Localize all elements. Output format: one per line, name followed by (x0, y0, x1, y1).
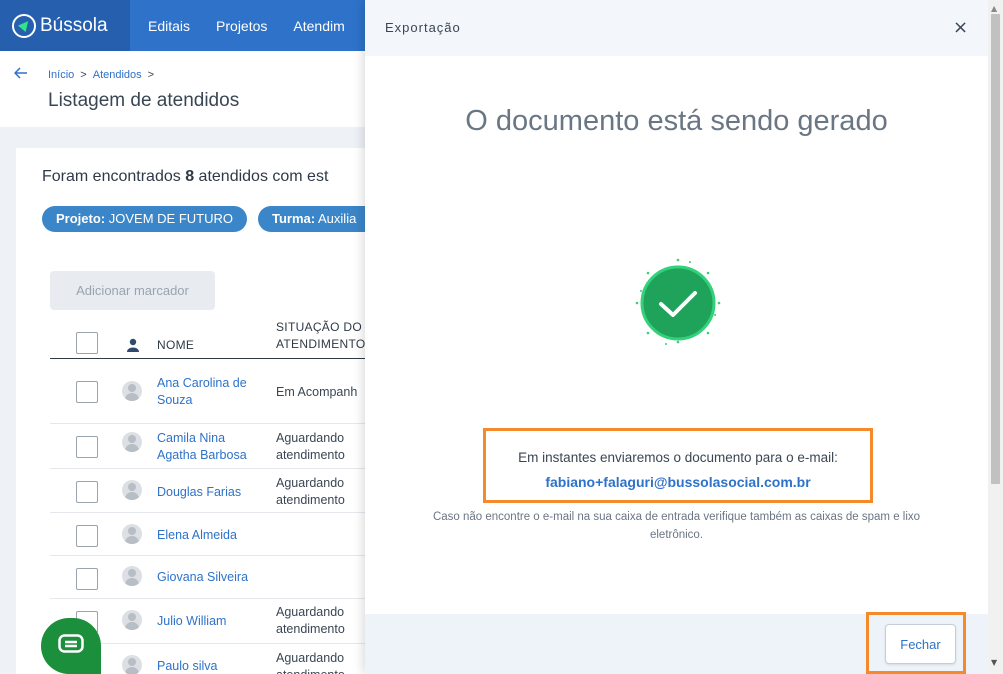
main-nav: Editais Projetos Atendim (148, 0, 345, 51)
row-divider (50, 598, 370, 599)
page-title: Listagem de atendidos (48, 90, 240, 111)
modal-header: Exportação × (365, 0, 988, 56)
breadcrumb: Início > Atendidos > (48, 69, 154, 81)
modal-title: Exportação (385, 20, 461, 35)
table-row-name[interactable]: Giovana Silveira (157, 569, 267, 586)
nav-item-atendimento[interactable]: Atendim (293, 18, 344, 34)
filter-chip-projeto[interactable]: Projeto: JOVEM DE FUTURO (42, 206, 247, 232)
email-message: Em instantes enviaremos o documento para… (518, 450, 838, 465)
avatar (122, 381, 142, 401)
spam-hint: Caso não encontre o e-mail na sua caixa … (432, 511, 921, 541)
row-divider (50, 555, 370, 556)
column-header-name[interactable]: NOME (157, 338, 194, 352)
table-row-status: Aguardando atendimento (276, 651, 345, 674)
table-row-name[interactable]: Camila Nina Agatha Barbosa (157, 430, 267, 464)
avatar (122, 524, 142, 544)
back-arrow-icon[interactable] (13, 64, 28, 83)
scroll-thumb[interactable] (991, 14, 1000, 484)
table-row-name[interactable]: Douglas Farias (157, 484, 267, 501)
close-button-highlight: Fechar (866, 612, 966, 674)
row-checkbox[interactable] (76, 381, 98, 403)
row-divider (50, 423, 370, 424)
modal-heading: O documento está sendo gerado (465, 105, 888, 137)
filter-chip-turma[interactable]: Turma: Auxilia (258, 206, 368, 232)
table-row-status: Aguardando atendimento (276, 476, 345, 507)
chat-icon (58, 634, 84, 658)
table-row-status: Aguardando atendimento (276, 431, 345, 462)
avatar (122, 655, 142, 674)
table-row-name[interactable]: Elena Almeida (157, 527, 267, 544)
table-row-name[interactable]: Paulo silva (157, 658, 267, 674)
user-icon (127, 337, 139, 352)
row-checkbox[interactable] (76, 525, 98, 547)
row-divider (50, 468, 370, 469)
nav-item-editais[interactable]: Editais (148, 18, 190, 34)
avatar (122, 566, 142, 586)
column-header-status-line1[interactable]: SITUAÇÃO DO (276, 320, 362, 334)
close-icon[interactable]: × (953, 17, 968, 38)
select-all-checkbox[interactable] (76, 332, 98, 354)
row-checkbox[interactable] (76, 436, 98, 458)
table-row-status: Aguardando atendimento (276, 605, 345, 636)
table-row-status: Em Acompanh (276, 385, 358, 399)
row-divider (50, 512, 370, 513)
email-info-box: Em instantes enviaremos o documento para… (483, 428, 873, 503)
add-marker-button[interactable]: Adicionar marcador (50, 271, 215, 310)
export-modal: Exportação × O documento está sendo gera… (365, 0, 988, 674)
app-logo[interactable]: Bússola (0, 0, 130, 51)
row-checkbox[interactable] (76, 481, 98, 503)
compass-icon (12, 13, 36, 38)
breadcrumb-separator: > (147, 69, 155, 81)
breadcrumb-separator: > (80, 69, 87, 81)
email-address: fabiano+falaguri@bussolasocial.com.br (545, 474, 811, 490)
scroll-down-icon[interactable]: ▼ (991, 658, 997, 667)
column-header-status-line2[interactable]: ATENDIMENTO (276, 337, 366, 351)
nav-item-projetos[interactable]: Projetos (216, 18, 267, 34)
scroll-up-icon[interactable]: ▲ (991, 4, 997, 13)
avatar (122, 432, 142, 452)
table-row-name[interactable]: Julio William (157, 613, 267, 630)
close-button[interactable]: Fechar (885, 624, 956, 664)
scrollbar[interactable]: ▲ ▼ (988, 0, 1003, 674)
chat-button[interactable] (41, 618, 101, 674)
breadcrumb-atendidos[interactable]: Atendidos (93, 69, 142, 81)
avatar (122, 480, 142, 500)
results-summary: Foram encontrados 8 atendidos com est (42, 168, 329, 185)
check-circle-icon (630, 255, 726, 351)
results-count: 8 (185, 168, 195, 185)
app-name: Bússola (40, 14, 108, 36)
breadcrumb-inicio[interactable]: Início (48, 69, 74, 81)
row-checkbox[interactable] (76, 568, 98, 590)
table-header-divider (50, 358, 370, 359)
avatar (122, 610, 142, 630)
table-row-name[interactable]: Ana Carolina de Souza (157, 375, 267, 409)
